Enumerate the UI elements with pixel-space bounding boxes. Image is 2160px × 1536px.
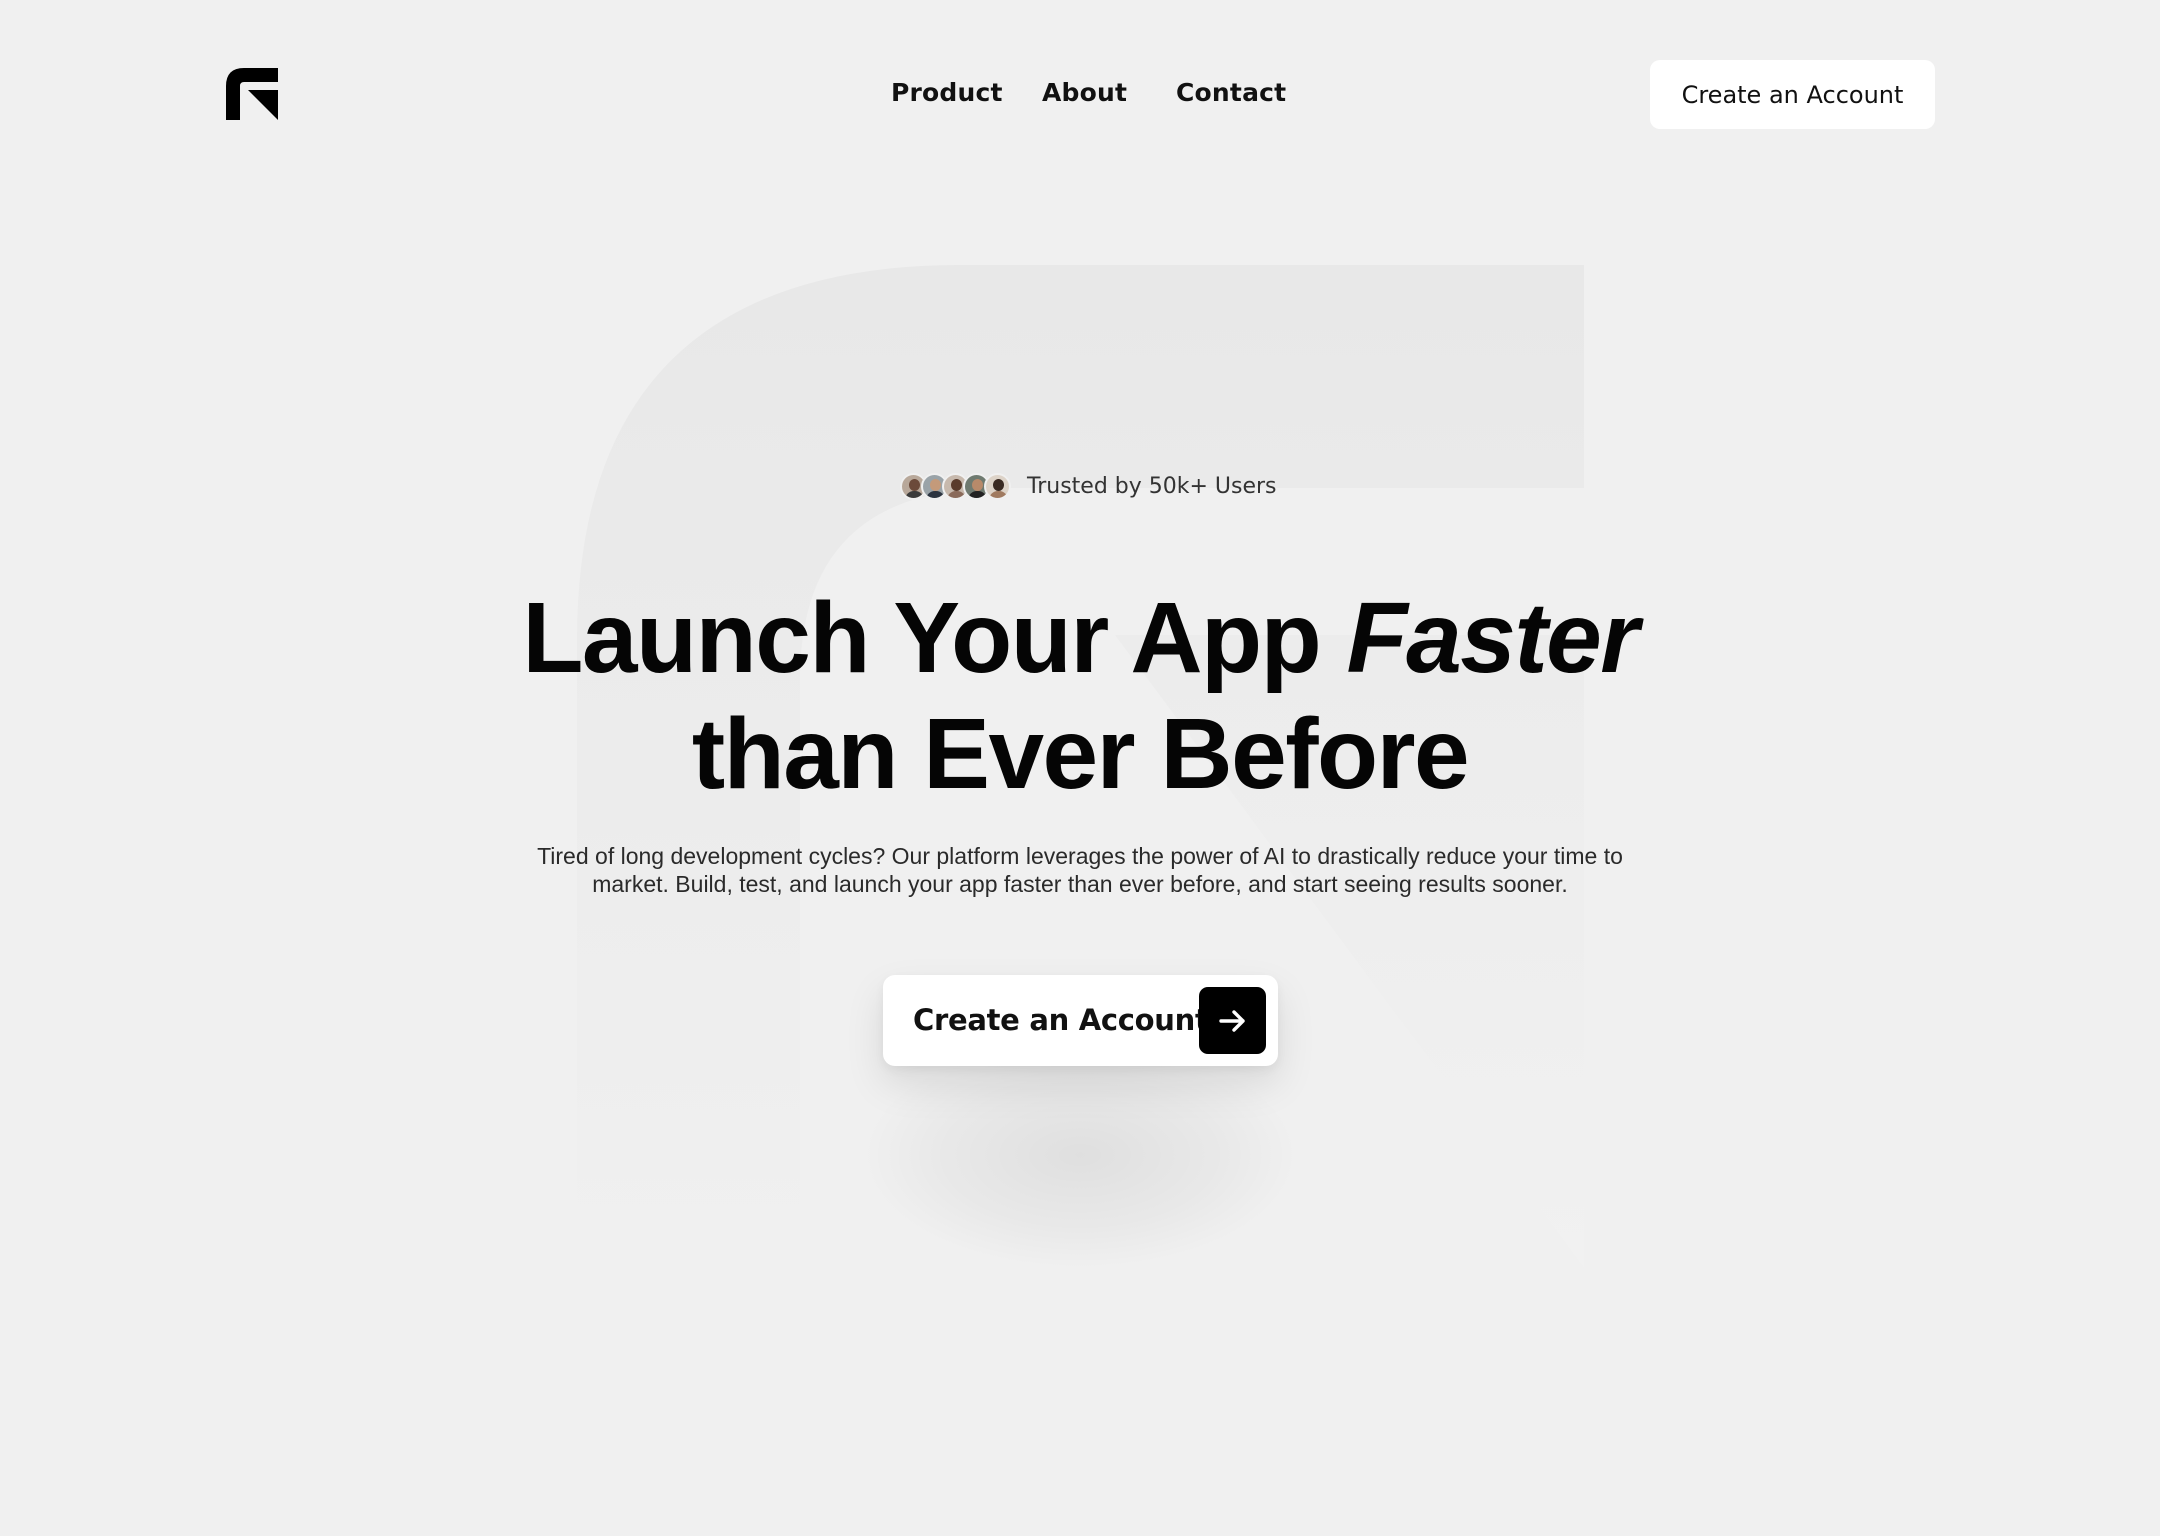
header-create-account-button[interactable]: Create an Account [1650,60,1935,129]
arrow-right-icon [1199,987,1266,1054]
hero-create-account-button[interactable]: Create an Account [883,975,1278,1066]
landing-page: Product About Contact Create an Account … [0,0,2160,1536]
trusted-badge: Trusted by 50k+ Users [900,470,1277,502]
subtitle-line2: market. Build, test, and launch your app… [592,871,1568,897]
cta-glow [860,1040,1300,1270]
nav-link-contact[interactable]: Contact [1176,78,1286,107]
trusted-text: Trusted by 50k+ Users [1027,473,1277,499]
headline-line2: than Ever Before [691,698,1470,810]
hero-subtitle: Tired of long development cycles? Our pl… [500,842,1660,898]
avatar [984,472,1011,500]
hero-cta-label: Create an Account [913,1003,1209,1037]
subtitle-line1: Tired of long development cycles? Our pl… [537,843,1623,869]
hero-headline: Launch Your App Faster than Ever Before [0,580,2160,812]
user-avatars [900,472,1011,500]
headline-line1: Launch Your App [522,582,1347,694]
headline-accent: Faster [1346,582,1640,694]
nav-link-about[interactable]: About [1042,78,1127,107]
nav-link-product[interactable]: Product [891,78,1003,107]
